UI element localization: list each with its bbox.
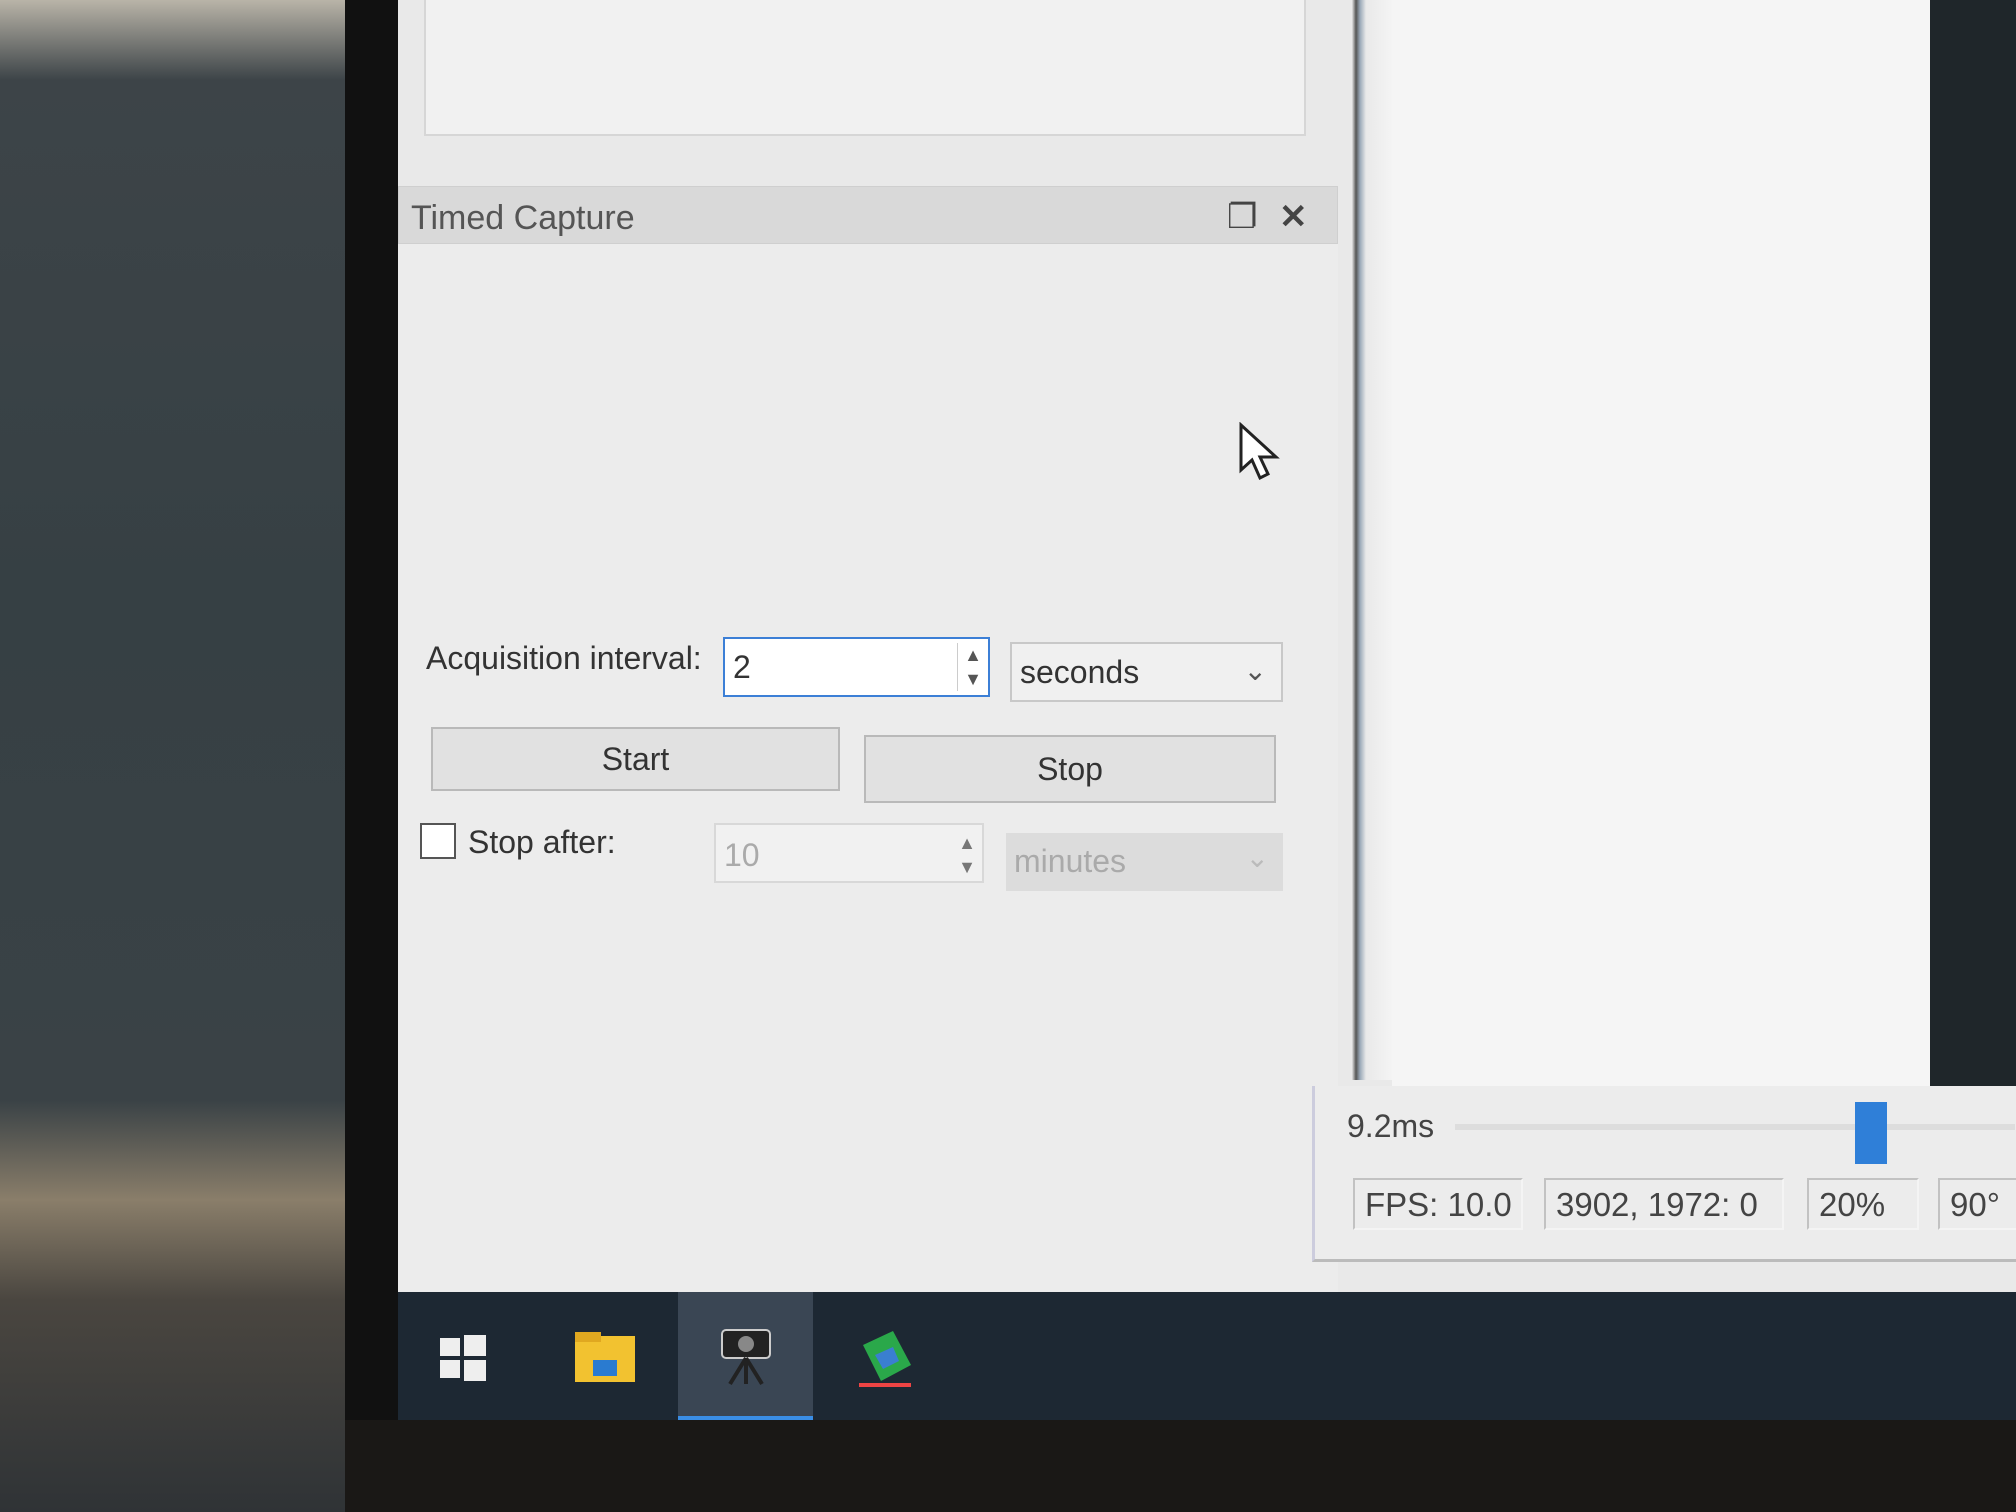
- spin-arrows-icon[interactable]: ▲ ▼: [958, 831, 976, 879]
- interval-unit-dropdown[interactable]: seconds ⌄: [1010, 642, 1283, 702]
- status-panel: 9.2ms FPS: 10.0 3902, 1972: 0 20% 90°: [1312, 1086, 2016, 1262]
- spin-arrows-icon[interactable]: ▲ ▼: [957, 643, 982, 691]
- stop-after-checkbox[interactable]: [420, 823, 456, 859]
- image-view: [1392, 0, 1930, 1090]
- monitor-bezel-bottom: [345, 1420, 2016, 1512]
- stop-after-unit-value: minutes: [1014, 843, 1127, 879]
- start-windows-icon[interactable]: [418, 1312, 508, 1402]
- background-room: [0, 0, 350, 1512]
- start-button[interactable]: Start: [431, 727, 840, 791]
- acquisition-interval-label: Acquisition interval:: [426, 640, 702, 676]
- chevron-down-icon: ⌄: [1245, 842, 1269, 873]
- exposure-slider-handle[interactable]: [1855, 1102, 1887, 1164]
- monitor-bezel: [345, 0, 405, 1512]
- taskbar: [398, 1292, 2016, 1422]
- panel-title: Timed Capture: [411, 199, 635, 237]
- cursor-position-readout: 3902, 1972: 0: [1544, 1178, 1784, 1230]
- interval-unit-value: seconds: [1020, 654, 1140, 690]
- rotation-readout: 90°: [1938, 1178, 2016, 1230]
- file-explorer-icon[interactable]: [560, 1312, 650, 1402]
- upper-panel: [424, 0, 1306, 136]
- stop-after-unit-dropdown[interactable]: minutes ⌄: [1006, 833, 1283, 891]
- splitter[interactable]: [1352, 0, 1392, 1080]
- fps-readout: FPS: 10.0: [1353, 1178, 1523, 1230]
- stop-after-value: 10: [724, 837, 760, 873]
- exposure-label: 9.2ms: [1347, 1108, 1435, 1144]
- image-dark-region: [1930, 0, 2016, 1090]
- timed-capture-panel: Acquisition interval: 2 ▲ ▼ seconds ⌄ Sta…: [398, 244, 1338, 1292]
- chevron-down-icon: ⌄: [1243, 655, 1267, 686]
- camera-app-icon[interactable]: [678, 1292, 813, 1422]
- exposure-slider-track[interactable]: [1455, 1124, 2015, 1130]
- interval-spinbox[interactable]: 2 ▲ ▼: [723, 637, 990, 697]
- stop-after-label: Stop after:: [468, 824, 616, 860]
- app-icon[interactable]: [840, 1312, 930, 1402]
- restore-window-icon[interactable]: ❐: [1227, 197, 1257, 237]
- close-icon[interactable]: ✕: [1279, 197, 1308, 237]
- stop-button[interactable]: Stop: [864, 735, 1276, 803]
- stop-after-spinbox[interactable]: 10 ▲ ▼: [714, 823, 984, 883]
- zoom-readout: 20%: [1807, 1178, 1919, 1230]
- mouse-cursor-icon: [1239, 422, 1280, 481]
- timed-capture-titlebar: Timed Capture ❐ ✕: [398, 186, 1338, 244]
- interval-value: 2: [733, 649, 751, 685]
